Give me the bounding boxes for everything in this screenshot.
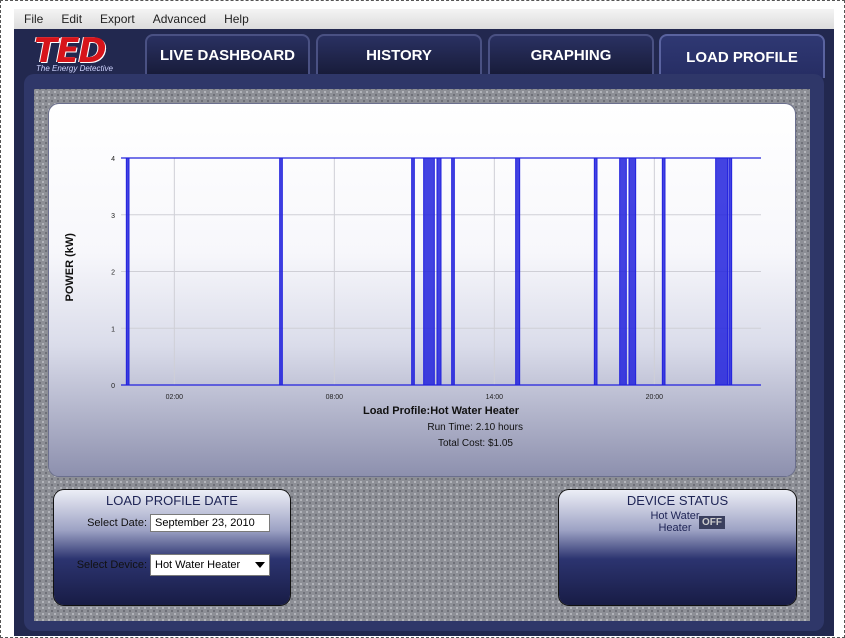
tab-graphing[interactable]: GRAPHING	[488, 34, 654, 74]
x-tick-label: 08:00	[326, 394, 344, 401]
select-device-label: Select Device:	[76, 559, 147, 571]
total-cost-text: Total Cost: $1.05	[438, 438, 513, 449]
device-status-title: DEVICE STATUS	[626, 493, 729, 508]
power-bar	[628, 157, 637, 386]
power-bar	[451, 157, 455, 386]
tab-live-dashboard[interactable]: LIVE DASHBOARD	[145, 34, 310, 74]
device-select[interactable]: Hot Water Heater	[150, 554, 270, 576]
x-tick-label: 14:00	[486, 394, 504, 401]
menu-export[interactable]: Export	[90, 12, 143, 26]
ted-logo: TED The Energy Detective	[34, 31, 126, 75]
power-bar	[515, 157, 521, 386]
load-profile-date-title: LOAD PROFILE DATE	[106, 493, 238, 508]
y-tick-label: 0	[111, 383, 115, 390]
power-bar	[619, 157, 627, 386]
run-time-text: Run Time: 2.10 hours	[427, 422, 523, 433]
y-tick-label: 2	[111, 270, 115, 277]
y-tick-label: 4	[111, 156, 115, 163]
y-axis-label: POWER (kW)	[64, 233, 76, 302]
load-profile-chart-panel: 02:00 08:00 14:00 20:00 0 1 2 3 4 POWER (kW) Lo…	[49, 104, 795, 476]
power-bar	[436, 157, 442, 386]
power-bar	[411, 157, 415, 386]
power-bar	[661, 157, 666, 386]
device-status-state: OFF	[699, 516, 725, 529]
app-window: TED The Energy Detective LIVE DASHBOARD …	[14, 29, 834, 636]
power-bar	[125, 157, 130, 386]
device-select-value: Hot Water Heater	[155, 559, 241, 571]
x-tick-label: 20:00	[646, 394, 664, 401]
y-tick-label: 1	[111, 326, 115, 333]
y-tick-label: 3	[111, 213, 115, 220]
menu-bar: File Edit Export Advanced Help	[14, 9, 834, 30]
y-tick-labels: 0 1 2 3 4	[111, 156, 115, 390]
menu-help[interactable]: Help	[214, 12, 257, 26]
power-bar	[279, 157, 283, 386]
tab-load-profile[interactable]: LOAD PROFILE	[659, 34, 825, 78]
load-profile-chart: 02:00 08:00 14:00 20:00 0 1 2 3 4 POWER (kW) Lo…	[64, 156, 761, 449]
menu-file[interactable]: File	[14, 12, 51, 26]
chart-title: Load Profile:Hot Water Heater	[363, 405, 520, 417]
menu-advanced[interactable]: Advanced	[143, 12, 214, 26]
power-bar	[715, 157, 729, 386]
device-status-name: Hot Water Heater	[650, 510, 700, 534]
power-bar	[593, 157, 598, 386]
logo-subtitle: The Energy Detective	[36, 64, 113, 73]
select-date-label: Select Date:	[87, 517, 147, 529]
tab-history[interactable]: HISTORY	[316, 34, 482, 74]
power-bar	[728, 157, 733, 386]
load-profile-date-panel: LOAD PROFILE DATE Select Date: September…	[54, 490, 290, 605]
x-tick-label: 02:00	[166, 394, 184, 401]
device-status-panel: DEVICE STATUS Hot Water Heater OFF	[559, 490, 796, 605]
chevron-down-icon	[255, 562, 265, 568]
menu-edit[interactable]: Edit	[51, 12, 90, 26]
date-input[interactable]: September 23, 2010	[150, 514, 270, 532]
x-tick-labels: 02:00 08:00 14:00 20:00	[166, 394, 664, 401]
power-bar	[423, 157, 435, 386]
